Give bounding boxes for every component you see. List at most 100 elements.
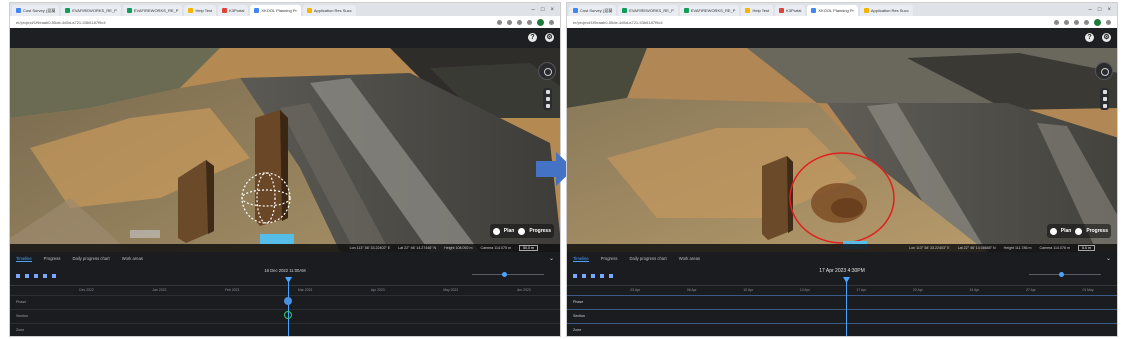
compass-icon[interactable] (538, 62, 556, 80)
help-icon[interactable]: ? (528, 33, 537, 42)
profile-avatar[interactable] (537, 18, 544, 26)
collapse-panel-icon[interactable]: ⌄ (1106, 255, 1111, 262)
browser-tab-active[interactable]: XKOOL Planning Pr (807, 5, 858, 16)
step-forward-icon[interactable] (43, 274, 47, 278)
tab-daily-progress-chart[interactable]: Daily progress chart (72, 256, 109, 261)
step-back-icon[interactable] (582, 274, 586, 278)
timeline-ruler: 03 Apr 06 Apr 10 Apr 13 Apr 17 Apr 20 Ap… (567, 285, 1117, 294)
zoom-out-icon[interactable] (545, 104, 550, 108)
toggle-knob-icon (518, 227, 526, 235)
browser-tab[interactable]: Help Test (184, 5, 217, 16)
timeline-event-marker[interactable] (284, 311, 292, 319)
bookmark-star-icon[interactable] (1064, 19, 1069, 25)
browser-tab[interactable]: Cost Survey (混凝 (12, 5, 60, 16)
3d-model-viewport[interactable]: Plan Progress (10, 48, 560, 252)
favicon-icon (254, 8, 260, 13)
favicon-icon (126, 8, 132, 13)
plan-progress-toggle[interactable]: Plan Progress (1046, 224, 1111, 238)
minimize-icon[interactable]: – (1089, 7, 1092, 13)
timeline-cursor[interactable] (846, 279, 847, 336)
before-screenshot: Cost Survey (混凝 EVAFIREWORKS_RE_P EVAFIR… (9, 2, 561, 337)
browser-tab[interactable]: EVAFIREWORKS_RE_P (122, 5, 183, 16)
share-icon[interactable] (497, 19, 502, 25)
browser-tab[interactable]: EVAFIREWORKS_RE_P (618, 5, 678, 16)
coordinate-status-bar: Lon 113° 58' 33.22403" E Lat 22° 46' 14.… (567, 244, 1117, 252)
browser-tab[interactable]: K3Portal (775, 5, 806, 16)
skip-forward-icon[interactable] (52, 274, 56, 278)
tab-progress[interactable]: Progress (601, 256, 618, 261)
settings-gear-icon[interactable]: ⚙ (545, 33, 554, 42)
skip-back-icon[interactable] (573, 274, 577, 278)
coordinate-status-bar: Lon 113° 58' 33.22402" E Lat 22° 46' 14.… (10, 244, 560, 252)
3d-model-viewport[interactable]: Plan Progress (567, 48, 1117, 252)
tab-timeline[interactable]: Timeline (16, 256, 32, 262)
browser-tab[interactable]: Help Test (741, 5, 774, 16)
address-bar[interactable]: er/project/1f9eaab0-55de-4d5d-a721-53b51… (10, 16, 560, 28)
profile-avatar[interactable] (1094, 18, 1101, 26)
maximize-icon[interactable]: □ (1098, 7, 1102, 13)
browser-tab[interactable]: EVAFIREWORKS_RE_P (679, 5, 740, 16)
home-view-icon[interactable] (1102, 97, 1107, 101)
timeline-lane[interactable]: Zone (10, 323, 560, 336)
play-icon[interactable] (34, 274, 38, 278)
scale-bar: 50.0 m (519, 245, 538, 251)
plan-progress-toggle[interactable]: Plan Progress (489, 224, 554, 238)
extension-icon[interactable] (527, 19, 532, 25)
favicon-icon (573, 8, 578, 13)
close-window-icon[interactable]: × (1107, 7, 1111, 13)
compass-icon[interactable] (1095, 62, 1113, 80)
share-icon[interactable] (1054, 19, 1059, 25)
zoom-out-icon[interactable] (1102, 104, 1107, 108)
home-view-icon[interactable] (545, 97, 550, 101)
browser-tab-bar: Cost Survey (混凝 EVAFIREWORKS_RE_P EVAFIR… (10, 3, 560, 16)
step-forward-icon[interactable] (600, 274, 604, 278)
scale-bar: 5.0 m (1078, 245, 1095, 251)
toggle-knob-icon (1075, 227, 1083, 235)
step-back-icon[interactable] (25, 274, 29, 278)
browser-tab[interactable]: EVAFIREWORKS_RE_P (61, 5, 121, 16)
browser-tab-active[interactable]: XKOOL Planning Pr (250, 5, 301, 16)
bottom-panel-tabs: Timeline Progress Daily progress chart W… (10, 253, 560, 264)
browser-tab[interactable]: Application Res Succ (859, 5, 913, 16)
timeline-lane[interactable]: Phase (567, 295, 1117, 309)
browser-tab[interactable]: Application Res Succ (302, 5, 356, 16)
favicon-icon (188, 8, 194, 13)
timeline-zoom-slider[interactable] (472, 272, 544, 277)
timeline-controls: 16 Dec 2022 11:00AM (10, 265, 560, 285)
more-menu-icon[interactable] (549, 19, 554, 25)
bookmark-star-icon[interactable] (507, 19, 512, 25)
close-window-icon[interactable]: × (550, 7, 554, 13)
maximize-icon[interactable]: □ (541, 7, 545, 13)
extension-icon[interactable] (517, 19, 522, 25)
settings-gear-icon[interactable]: ⚙ (1102, 33, 1111, 42)
extension-icon[interactable] (1074, 19, 1079, 25)
tab-timeline[interactable]: Timeline (573, 256, 589, 262)
favicon-icon (222, 8, 228, 13)
timeline-zoom-slider[interactable] (1029, 272, 1101, 277)
zoom-in-icon[interactable] (545, 90, 550, 94)
tab-work-areas[interactable]: Work areas (122, 256, 143, 261)
collapse-panel-icon[interactable]: ⌄ (549, 255, 554, 262)
tab-daily-progress-chart[interactable]: Daily progress chart (629, 256, 666, 261)
browser-toolbar (497, 18, 560, 26)
skip-forward-icon[interactable] (609, 274, 613, 278)
browser-tab[interactable]: K3Portal (218, 5, 249, 16)
tab-work-areas[interactable]: Work areas (679, 256, 700, 261)
url-text: er/project/1f9eaab0-55de-4d5d-a721-53b51… (16, 19, 106, 25)
help-icon[interactable]: ? (1085, 33, 1094, 42)
tab-progress[interactable]: Progress (44, 256, 61, 261)
timeline-lane[interactable]: Zone (567, 323, 1117, 336)
address-bar[interactable]: er/project/1f9eaab0-55de-4d5d-a721-53b51… (567, 16, 1117, 28)
play-icon[interactable] (591, 274, 595, 278)
skip-back-icon[interactable] (16, 274, 20, 278)
timeline-lane[interactable]: Section (567, 309, 1117, 323)
extension-icon[interactable] (1084, 19, 1089, 25)
more-menu-icon[interactable] (1106, 19, 1111, 25)
timeline-cursor[interactable] (288, 279, 289, 336)
minimize-icon[interactable]: – (532, 7, 535, 13)
timeline-current-date: 16 Dec 2022 11:00AM (264, 268, 306, 273)
timeline-event-marker[interactable] (284, 297, 292, 305)
zoom-in-icon[interactable] (1102, 90, 1107, 94)
window-controls: – □ × (1089, 7, 1117, 13)
browser-tab[interactable]: Cost Survey (混凝 (569, 5, 617, 16)
